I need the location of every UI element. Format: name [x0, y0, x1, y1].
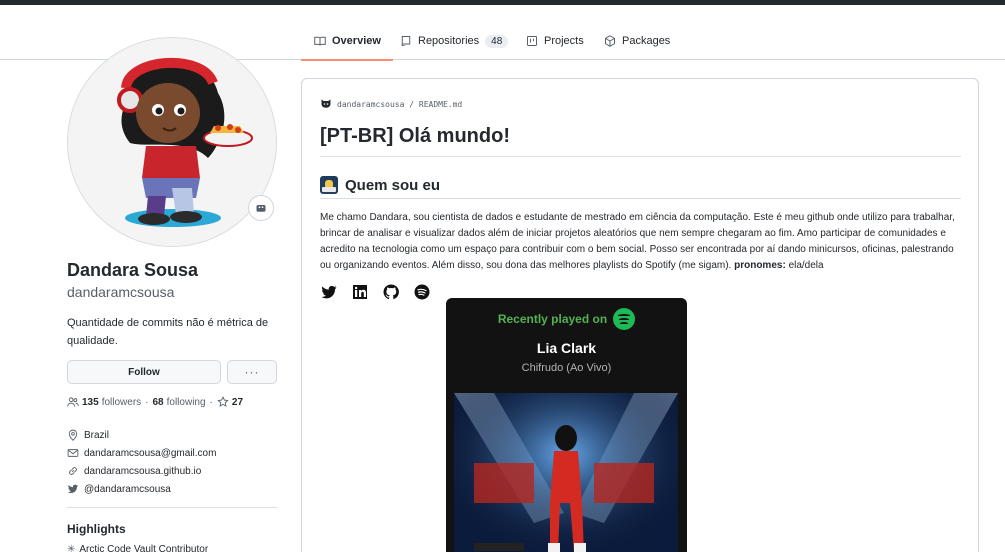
follow-button[interactable]: Follow — [67, 360, 221, 384]
subheading-text: Quem sou eu — [345, 176, 441, 194]
mail-icon — [67, 449, 79, 457]
highlight-item[interactable]: ✳ Arctic Code Vault Contributor — [67, 544, 208, 552]
spotify-artist: Lia Clark — [536, 340, 597, 356]
website-row: dandaramcsousa.github.io — [67, 462, 216, 480]
spotify-header: Recently played on — [446, 308, 687, 330]
readme-breadcrumb: dandaramcsousa / README.md — [320, 98, 462, 110]
tab-overview[interactable]: Overview — [301, 22, 393, 61]
technologist-emoji-icon — [320, 176, 338, 194]
highlights-heading: Highlights — [67, 522, 126, 536]
spotify-title: Recently played on — [497, 312, 608, 326]
octocat-icon — [321, 99, 331, 108]
separator-dot: · — [209, 396, 213, 408]
github-icon[interactable] — [382, 283, 399, 300]
star-icon — [217, 396, 229, 407]
profile-avatar[interactable] — [67, 37, 277, 247]
book-icon — [313, 34, 327, 48]
email-row: dandaramcsousa@gmail.com — [67, 444, 216, 462]
snowflake-icon: ✳ — [67, 544, 76, 552]
top-header-bar — [0, 0, 1005, 5]
highlight-label: Arctic Code Vault Contributor — [79, 544, 209, 552]
location-row: Brazil — [67, 426, 216, 444]
heading-rule — [320, 156, 961, 157]
link-icon — [69, 467, 77, 475]
following-label[interactable]: following — [167, 397, 206, 408]
location-icon — [68, 429, 78, 441]
readme-card: dandaramcsousa / README.md [PT-BR] Olá m… — [301, 78, 979, 552]
package-icon — [603, 34, 617, 48]
location-text: Brazil — [84, 429, 110, 441]
status-icon — [256, 205, 266, 212]
email-link[interactable]: dandaramcsousa@gmail.com — [84, 448, 216, 459]
tab-label: Projects — [544, 35, 584, 47]
linkedin-icon[interactable] — [351, 283, 368, 300]
readme-title: [PT-BR] Olá mundo! — [320, 125, 510, 147]
separator-dot: · — [145, 396, 149, 408]
set-status-button[interactable] — [248, 195, 274, 221]
readme-owner-link[interactable]: dandaramcsousa — [337, 100, 404, 109]
twitter-icon — [67, 484, 79, 494]
subheading-rule — [320, 198, 961, 199]
website-link[interactable]: dandaramcsousa.github.io — [84, 466, 201, 477]
follow-stats: 135 followers · 68 following · 27 — [67, 396, 246, 408]
spotify-logo-icon — [613, 308, 636, 330]
spotify-track: Chifrudo (Ao Vivo) — [521, 362, 612, 374]
social-links — [320, 283, 444, 300]
project-icon — [525, 34, 539, 48]
sidebar-divider — [67, 507, 277, 508]
followers-label[interactable]: followers — [102, 397, 141, 408]
more-options-button[interactable]: ··· — [227, 360, 277, 384]
repo-icon — [399, 34, 413, 48]
path-separator: / — [404, 99, 419, 109]
tab-repositories[interactable]: Repositories 48 — [399, 22, 509, 60]
readme-file-link[interactable]: README.md — [419, 100, 462, 109]
pronouns-label: pronomes: — [734, 260, 786, 271]
profile-details: Brazil dandaramcsousa@gmail.com dandaram… — [67, 426, 216, 498]
people-icon — [67, 397, 79, 407]
following-count[interactable]: 68 — [153, 397, 164, 408]
spotify-icon[interactable] — [413, 283, 430, 300]
profile-bio: Quantidade de commits não é métrica de q… — [67, 317, 269, 347]
tab-packages[interactable]: Packages — [603, 22, 670, 60]
repositories-count-badge: 48 — [485, 34, 509, 48]
followers-count[interactable]: 135 — [82, 397, 99, 408]
readme-paragraph: Me chamo Dandara, sou cientista de dados… — [320, 210, 960, 274]
spotify-now-playing-card[interactable]: Recently played on Lia Clark Chifrudo (A… — [446, 298, 687, 552]
profile-full-name: Dandara Sousa — [67, 260, 199, 280]
pronouns-value: ela/dela — [788, 260, 824, 271]
avatar-illustration — [117, 58, 253, 227]
paragraph-text: Me chamo Dandara, sou cientista de dados… — [320, 212, 955, 271]
profile-username: dandaramcsousa — [67, 284, 175, 300]
tab-label: Overview — [332, 35, 381, 47]
tab-projects[interactable]: Projects — [525, 22, 584, 60]
stars-count[interactable]: 27 — [232, 397, 243, 408]
twitter-row: @dandaramcsousa — [67, 480, 216, 498]
readme-subheading: Quem sou eu — [320, 176, 440, 194]
twitter-icon[interactable] — [320, 283, 337, 300]
tab-label: Packages — [622, 35, 671, 47]
album-cover-image — [454, 393, 678, 552]
tab-label: Repositories — [418, 35, 480, 47]
twitter-link[interactable]: @dandaramcsousa — [84, 484, 171, 495]
